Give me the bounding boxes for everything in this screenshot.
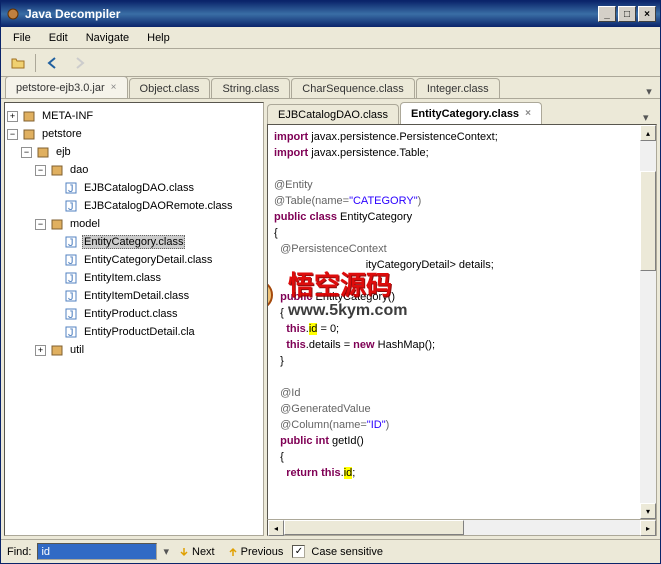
collapse-icon[interactable]: − [35, 165, 46, 176]
code-tab-ejbcatalogdao[interactable]: EJBCatalogDAO.class [267, 104, 399, 124]
folder-icon [10, 55, 26, 71]
file-tab-charsequence[interactable]: CharSequence.class [291, 78, 415, 98]
tree-node-ejb[interactable]: − ejb [7, 143, 261, 161]
tab-overflow-icon[interactable]: ▾ [642, 85, 656, 98]
menubar: File Edit Navigate Help [1, 27, 660, 49]
file-tab-petstore[interactable]: petstore-ejb3.0.jar × [5, 76, 128, 98]
case-sensitive-checkbox[interactable]: ✓ [292, 545, 305, 558]
tree-node-petstore[interactable]: − petstore [7, 125, 261, 143]
expand-icon[interactable]: + [35, 345, 46, 356]
class-icon: J [63, 288, 79, 304]
code-tab-entitycategory[interactable]: EntityCategory.class × [400, 102, 542, 124]
class-icon: J [63, 252, 79, 268]
svg-text:J: J [68, 309, 74, 321]
horizontal-scrollbar[interactable]: ◂ ▸ [267, 520, 657, 536]
arrow-left-icon [46, 56, 60, 70]
tree-node-dao[interactable]: − dao [7, 161, 261, 179]
tree-node-class[interactable]: J EntityProduct.class [7, 305, 261, 323]
svg-text:J: J [68, 183, 74, 195]
svg-text:J: J [68, 237, 74, 249]
file-tab-string[interactable]: String.class [211, 78, 290, 98]
forward-button[interactable] [68, 52, 90, 74]
find-bar: Find: ▾ Next Previous ✓ Case sensitive [1, 539, 660, 563]
class-icon: J [63, 180, 79, 196]
close-icon[interactable]: × [111, 82, 117, 93]
maximize-button[interactable]: □ [618, 6, 636, 22]
titlebar: Java Decompiler _ □ × [1, 1, 660, 27]
tree-node-class[interactable]: J EntityCategory.class [7, 233, 261, 251]
tab-overflow-icon[interactable]: ▾ [643, 111, 657, 124]
package-icon [21, 126, 37, 142]
class-icon: J [63, 270, 79, 286]
class-icon: J [63, 324, 79, 340]
close-icon[interactable]: × [525, 108, 531, 119]
tree-node-class[interactable]: J EntityItem.class [7, 269, 261, 287]
find-label: Find: [7, 546, 31, 558]
collapse-icon[interactable]: − [35, 219, 46, 230]
tree-node-meta-inf[interactable]: + META-INF [7, 107, 261, 125]
package-icon [35, 144, 51, 160]
code-editor[interactable]: import javax.persistence.PersistenceCont… [267, 124, 657, 520]
scroll-left-icon[interactable]: ◂ [268, 520, 284, 536]
arrow-right-icon [72, 56, 86, 70]
file-tab-integer[interactable]: Integer.class [416, 78, 500, 98]
toolbar [1, 49, 660, 77]
app-icon [5, 6, 21, 22]
collapse-icon[interactable]: − [21, 147, 32, 158]
package-icon [49, 342, 65, 358]
menu-edit[interactable]: Edit [41, 30, 76, 46]
window-title: Java Decompiler [25, 7, 598, 21]
tree-node-class[interactable]: J EntityItemDetail.class [7, 287, 261, 305]
arrow-up-icon [227, 546, 239, 558]
code-panel: EJBCatalogDAO.class EntityCategory.class… [267, 102, 657, 536]
tree-node-model[interactable]: − model [7, 215, 261, 233]
find-next-button[interactable]: Next [175, 544, 218, 560]
collapse-icon[interactable]: − [7, 129, 18, 140]
menu-help[interactable]: Help [139, 30, 178, 46]
menu-navigate[interactable]: Navigate [78, 30, 137, 46]
package-icon [49, 162, 65, 178]
class-icon: J [63, 234, 79, 250]
vertical-scrollbar[interactable]: ▴ ▾ [640, 125, 656, 519]
svg-text:J: J [68, 201, 74, 213]
svg-text:J: J [68, 255, 74, 267]
scroll-down-icon[interactable]: ▾ [640, 503, 656, 519]
tree-node-class[interactable]: J EntityCategoryDetail.class [7, 251, 261, 269]
tree-node-class[interactable]: J EntityProductDetail.cla [7, 323, 261, 341]
class-icon: J [63, 198, 79, 214]
tree-panel: + META-INF − petstore − ejb − dao [4, 102, 264, 536]
scroll-up-icon[interactable]: ▴ [640, 125, 656, 141]
expand-icon[interactable]: + [7, 111, 18, 122]
dropdown-icon[interactable]: ▾ [163, 545, 169, 558]
package-icon [49, 216, 65, 232]
find-input[interactable] [37, 543, 157, 560]
tree-node-class[interactable]: J EJBCatalogDAO.class [7, 179, 261, 197]
class-icon: J [63, 306, 79, 322]
arrow-down-icon [178, 546, 190, 558]
file-tab-object[interactable]: Object.class [129, 78, 211, 98]
scroll-thumb[interactable] [640, 171, 656, 271]
scroll-right-icon[interactable]: ▸ [640, 520, 656, 536]
package-icon [21, 108, 37, 124]
tree-node-util[interactable]: + util [7, 341, 261, 359]
open-file-button[interactable] [7, 52, 29, 74]
menu-file[interactable]: File [5, 30, 39, 46]
svg-text:J: J [68, 291, 74, 303]
svg-text:J: J [68, 273, 74, 285]
find-previous-button[interactable]: Previous [224, 544, 287, 560]
case-sensitive-label: Case sensitive [311, 546, 383, 558]
back-button[interactable] [42, 52, 64, 74]
file-tab-bar: petstore-ejb3.0.jar × Object.class Strin… [1, 77, 660, 99]
tab-label: petstore-ejb3.0.jar [16, 82, 105, 94]
tree-node-class[interactable]: J EJBCatalogDAORemote.class [7, 197, 261, 215]
scroll-thumb[interactable] [284, 520, 464, 535]
close-button[interactable]: × [638, 6, 656, 22]
minimize-button[interactable]: _ [598, 6, 616, 22]
code-tab-bar: EJBCatalogDAO.class EntityCategory.class… [267, 102, 657, 124]
svg-text:J: J [68, 327, 74, 339]
